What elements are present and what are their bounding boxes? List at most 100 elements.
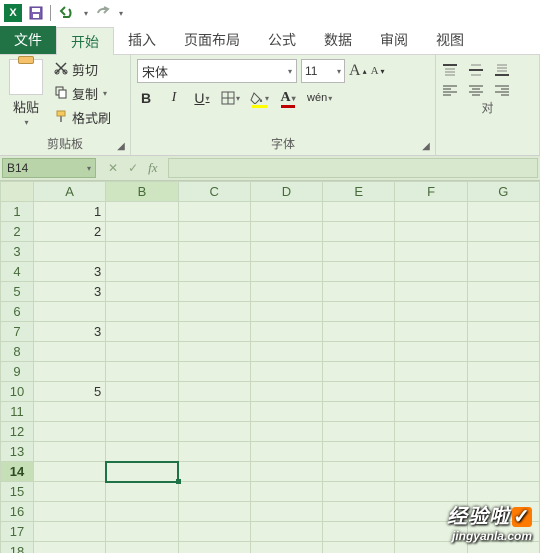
cell[interactable] [395,382,467,402]
column-header[interactable]: D [250,182,322,202]
italic-button[interactable]: I [165,88,183,108]
cell[interactable] [178,262,250,282]
grow-font-button[interactable]: A▴ [349,62,367,80]
cell[interactable] [323,522,395,542]
cell[interactable] [323,262,395,282]
column-header[interactable]: G [467,182,539,202]
cell[interactable] [250,242,322,262]
cell[interactable] [323,502,395,522]
tab-home[interactable]: 开始 [56,27,114,55]
tab-insert[interactable]: 插入 [114,26,170,54]
cell[interactable] [106,522,178,542]
borders-button[interactable]: ▾ [221,88,240,108]
row-header[interactable]: 9 [1,362,34,382]
align-top-button[interactable] [442,63,458,77]
undo-icon[interactable] [57,6,77,20]
cell[interactable] [467,222,539,242]
cell[interactable] [106,242,178,262]
cell[interactable] [178,222,250,242]
cell[interactable] [106,402,178,422]
cell[interactable] [323,282,395,302]
row-header[interactable]: 1 [1,202,34,222]
cell[interactable] [395,482,467,502]
cell[interactable]: 2 [34,222,106,242]
copy-button[interactable]: 复制 ▾ [52,83,113,104]
cell[interactable] [250,422,322,442]
cell[interactable] [323,542,395,554]
cell[interactable] [178,302,250,322]
tab-formulas[interactable]: 公式 [254,26,310,54]
cell[interactable] [178,322,250,342]
row-header[interactable]: 13 [1,442,34,462]
row-header[interactable]: 6 [1,302,34,322]
cut-button[interactable]: 剪切 [52,59,113,80]
copy-dropdown-icon[interactable]: ▾ [103,89,107,98]
cell[interactable] [178,202,250,222]
cell[interactable] [250,522,322,542]
fill-color-button[interactable]: ▾ [250,88,269,108]
cell[interactable] [467,262,539,282]
cell[interactable] [250,222,322,242]
cell[interactable] [395,302,467,322]
cell[interactable] [250,442,322,462]
cell[interactable] [250,262,322,282]
save-icon[interactable] [28,5,44,21]
cell[interactable] [178,542,250,554]
cell[interactable] [178,342,250,362]
cell[interactable]: 3 [34,282,106,302]
cell[interactable] [34,502,106,522]
cell[interactable] [467,422,539,442]
cell[interactable] [395,262,467,282]
cell[interactable] [250,402,322,422]
cell[interactable] [395,422,467,442]
cell[interactable] [106,382,178,402]
cell[interactable] [395,282,467,302]
cell[interactable] [467,462,539,482]
row-header[interactable]: 14 [1,462,34,482]
cell[interactable] [34,302,106,322]
column-header[interactable]: A [34,182,106,202]
cell[interactable] [34,522,106,542]
font-color-button[interactable]: A ▾ [279,88,297,108]
column-header[interactable]: C [178,182,250,202]
cell[interactable] [395,442,467,462]
cell[interactable] [250,362,322,382]
cell[interactable] [106,482,178,502]
font-size-combo[interactable]: 11 ▾ [301,59,345,83]
cell[interactable] [250,282,322,302]
cell[interactable]: 1 [34,202,106,222]
font-launcher-icon[interactable]: ◢ [419,139,433,153]
cell[interactable] [34,482,106,502]
cell[interactable] [467,322,539,342]
cell[interactable] [467,402,539,422]
format-painter-button[interactable]: 格式刷 [52,107,113,128]
cell[interactable] [323,242,395,262]
cell[interactable] [250,502,322,522]
cell[interactable] [178,242,250,262]
cell[interactable]: 3 [34,262,106,282]
align-left-button[interactable] [442,83,458,97]
row-header[interactable]: 5 [1,282,34,302]
cell[interactable] [178,402,250,422]
cell[interactable] [467,302,539,322]
row-header[interactable]: 8 [1,342,34,362]
cell[interactable] [250,322,322,342]
insert-function-icon[interactable]: fx [148,160,157,176]
cell[interactable] [178,522,250,542]
cell[interactable] [323,442,395,462]
cell[interactable] [467,442,539,462]
column-header[interactable]: B [106,182,178,202]
cell[interactable] [34,342,106,362]
cell[interactable] [34,422,106,442]
cell[interactable] [395,322,467,342]
cell[interactable] [323,342,395,362]
tab-file[interactable]: 文件 [0,26,56,54]
cell[interactable] [250,482,322,502]
qat-customize-icon[interactable]: ▾ [119,9,123,18]
cell[interactable]: 3 [34,322,106,342]
cell[interactable] [467,482,539,502]
cell[interactable] [323,362,395,382]
cell[interactable] [323,222,395,242]
cell[interactable] [178,282,250,302]
align-center-button[interactable] [468,83,484,97]
